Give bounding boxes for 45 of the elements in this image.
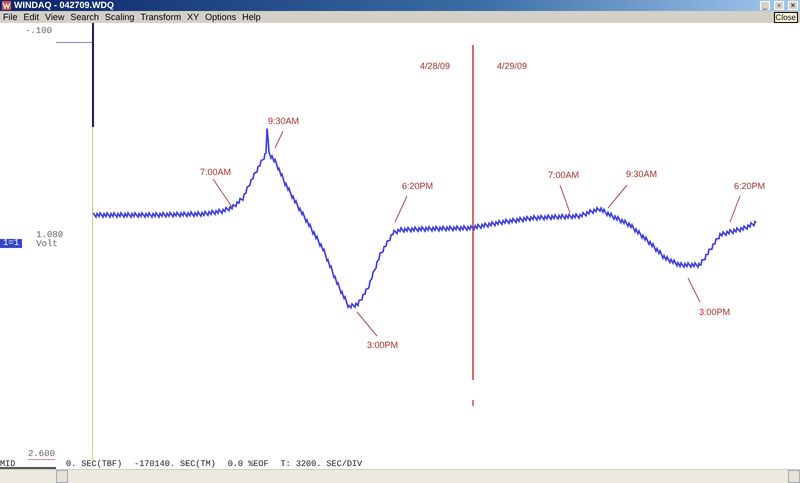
leader-line [688,278,700,302]
menu-item[interactable]: Help [242,12,261,22]
time-label: 3:00PM [367,340,398,350]
time-label: 9:30AM [268,116,300,126]
time-label: 3:00PM [699,307,730,317]
scroll-left-button[interactable] [56,470,68,483]
menu-item[interactable]: XY [187,12,200,22]
leader-line [560,184,570,214]
time-label: 7:00AM [548,170,580,180]
scroll-right-button[interactable] [788,470,800,483]
close-button[interactable]: × [788,1,798,10]
leader-line [608,184,628,208]
time-label: 9:30AM [626,169,658,179]
tooltip: Close [774,12,798,23]
leader-line [356,312,378,336]
status-field: 0. SEC(TBF) [66,460,122,469]
menu-item[interactable]: Options [205,12,236,22]
time-label: 7:00AM [200,167,232,177]
axis-label: -.100 [25,26,54,36]
date-label: 4/28/09 [420,61,450,71]
leader-line [274,130,284,148]
window-title: WINDAQ - 042709.WDQ [14,0,116,11]
menu-item[interactable]: Edit [24,12,40,22]
menu-item[interactable]: File [3,12,18,22]
menu-item[interactable]: Scaling [104,12,134,22]
app-icon [2,1,11,10]
tick-mark [472,400,474,406]
menu-item[interactable]: Search [70,12,99,22]
leader-line [394,196,408,222]
leader-line [212,178,232,208]
status-field: -170140. SEC(TM) [134,460,216,469]
axis-label: 1.080 [36,231,64,240]
menu-item[interactable]: Transform [140,12,182,22]
unit-label: Volt [36,240,59,249]
time-label: 6:20PM [734,181,766,191]
leader-line [730,196,740,222]
restore-button[interactable]: ▫ [774,1,784,10]
minimize-button[interactable]: _ [760,1,770,10]
status-field: 0.0 %EOF [228,460,269,469]
date-label: 4/29/09 [497,61,528,71]
horizontal-scrollbar[interactable] [0,469,800,483]
menu-item[interactable]: View [45,12,64,22]
time-label: 6:20PM [402,181,434,191]
channel-label[interactable]: 1=1 [0,239,22,248]
status-field: T: 3200. SEC/DIV [280,460,362,469]
